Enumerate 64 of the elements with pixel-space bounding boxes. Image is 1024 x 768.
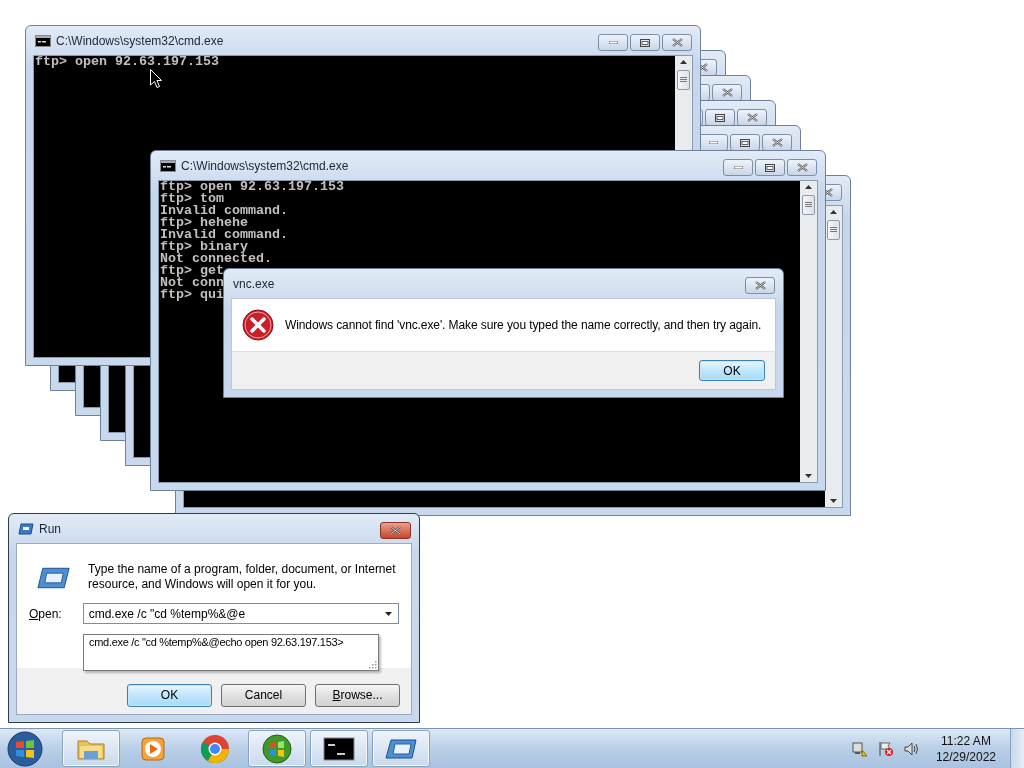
grip-icon [680, 77, 687, 83]
console-line: Not conn [160, 277, 224, 289]
close-icon [671, 38, 683, 47]
mouse-cursor-icon [150, 69, 162, 88]
open-combobox[interactable]: cmd.exe /c "cd %temp%&@e [82, 603, 399, 624]
clock-date: 12/29/2022 [935, 748, 996, 765]
minimize-icon [733, 166, 743, 169]
scroll-thumb[interactable] [677, 70, 690, 90]
dropdown-arrow-icon [385, 611, 392, 616]
cancel-button[interactable]: Cancel [221, 683, 306, 707]
console-line: Invalid command. [160, 205, 288, 217]
console-line: ftp> binary [160, 241, 248, 253]
open-label: Open: [29, 606, 63, 621]
start-button[interactable] [5, 729, 45, 768]
window-title: C:\Windows\system32\cmd.exe [56, 33, 225, 48]
error-icon [242, 309, 274, 341]
ok-button[interactable]: OK [127, 683, 212, 707]
console-line: ftp> tom [160, 193, 224, 205]
maximize-icon [765, 163, 775, 172]
orb-icon [261, 732, 293, 765]
arrow-down-icon [805, 474, 812, 478]
close-button[interactable] [380, 522, 411, 539]
console-line: ftp> open 92.63.197.153 [35, 56, 219, 68]
scrollbar[interactable] [800, 181, 817, 482]
maximize-icon [640, 38, 650, 47]
console-line: Not connected. [160, 253, 272, 265]
taskbar-button[interactable] [310, 730, 368, 767]
maximize-button[interactable] [630, 34, 660, 51]
speaker-icon [903, 740, 920, 757]
console-line: ftp> hehehe [160, 217, 248, 229]
resize-grip-icon [368, 660, 377, 669]
console-line: ftp> open 92.63.197.153 [160, 181, 344, 193]
network-icon [851, 740, 868, 757]
close-icon [796, 163, 808, 172]
autocomplete-item[interactable]: cmd.exe /c "cd %temp%&@echo open 92.63.197.153> [84, 635, 349, 649]
close-icon [390, 526, 401, 535]
open-field[interactable]: cmd.exe /c "cd %temp%&@e [88, 606, 385, 621]
console-icon [160, 159, 176, 172]
scroll-thumb[interactable] [802, 195, 815, 215]
color-wheel-icon [199, 732, 231, 765]
maximize-button[interactable] [755, 159, 785, 176]
error-message: Windows cannot find 'vnc.exe'. Make sure you typed the name correctly, and then try again. [285, 318, 762, 332]
dialog-title: Run [39, 521, 62, 536]
console-line: ftp> get [160, 265, 224, 277]
console-icon [35, 34, 51, 47]
window-title: C:\Windows\system32\cmd.exe [181, 158, 350, 173]
ok-button[interactable]: OK [699, 360, 765, 381]
orb-icon [7, 730, 43, 767]
grip-icon [805, 202, 812, 208]
dialog-title: vnc.exe [233, 276, 276, 291]
close-icon [754, 281, 766, 290]
run-icon [18, 522, 34, 535]
console-line: ftp> qui [160, 289, 224, 301]
run-icon [37, 566, 71, 590]
close-button[interactable] [745, 277, 775, 294]
show-desktop-button[interactable] [1010, 729, 1024, 768]
console-line: Invalid command. [160, 229, 288, 241]
arrow-up-icon [680, 60, 687, 64]
arrow-up-icon [805, 185, 812, 189]
flag-icon [877, 740, 894, 757]
clock-time: 11:22 AM [941, 732, 991, 749]
minimize-icon [608, 41, 618, 44]
run-description: Type the name of a program, folder, document, or Internet resource, and Windows will open it for you. [88, 562, 397, 592]
browse-button[interactable]: Browse... [315, 683, 400, 707]
